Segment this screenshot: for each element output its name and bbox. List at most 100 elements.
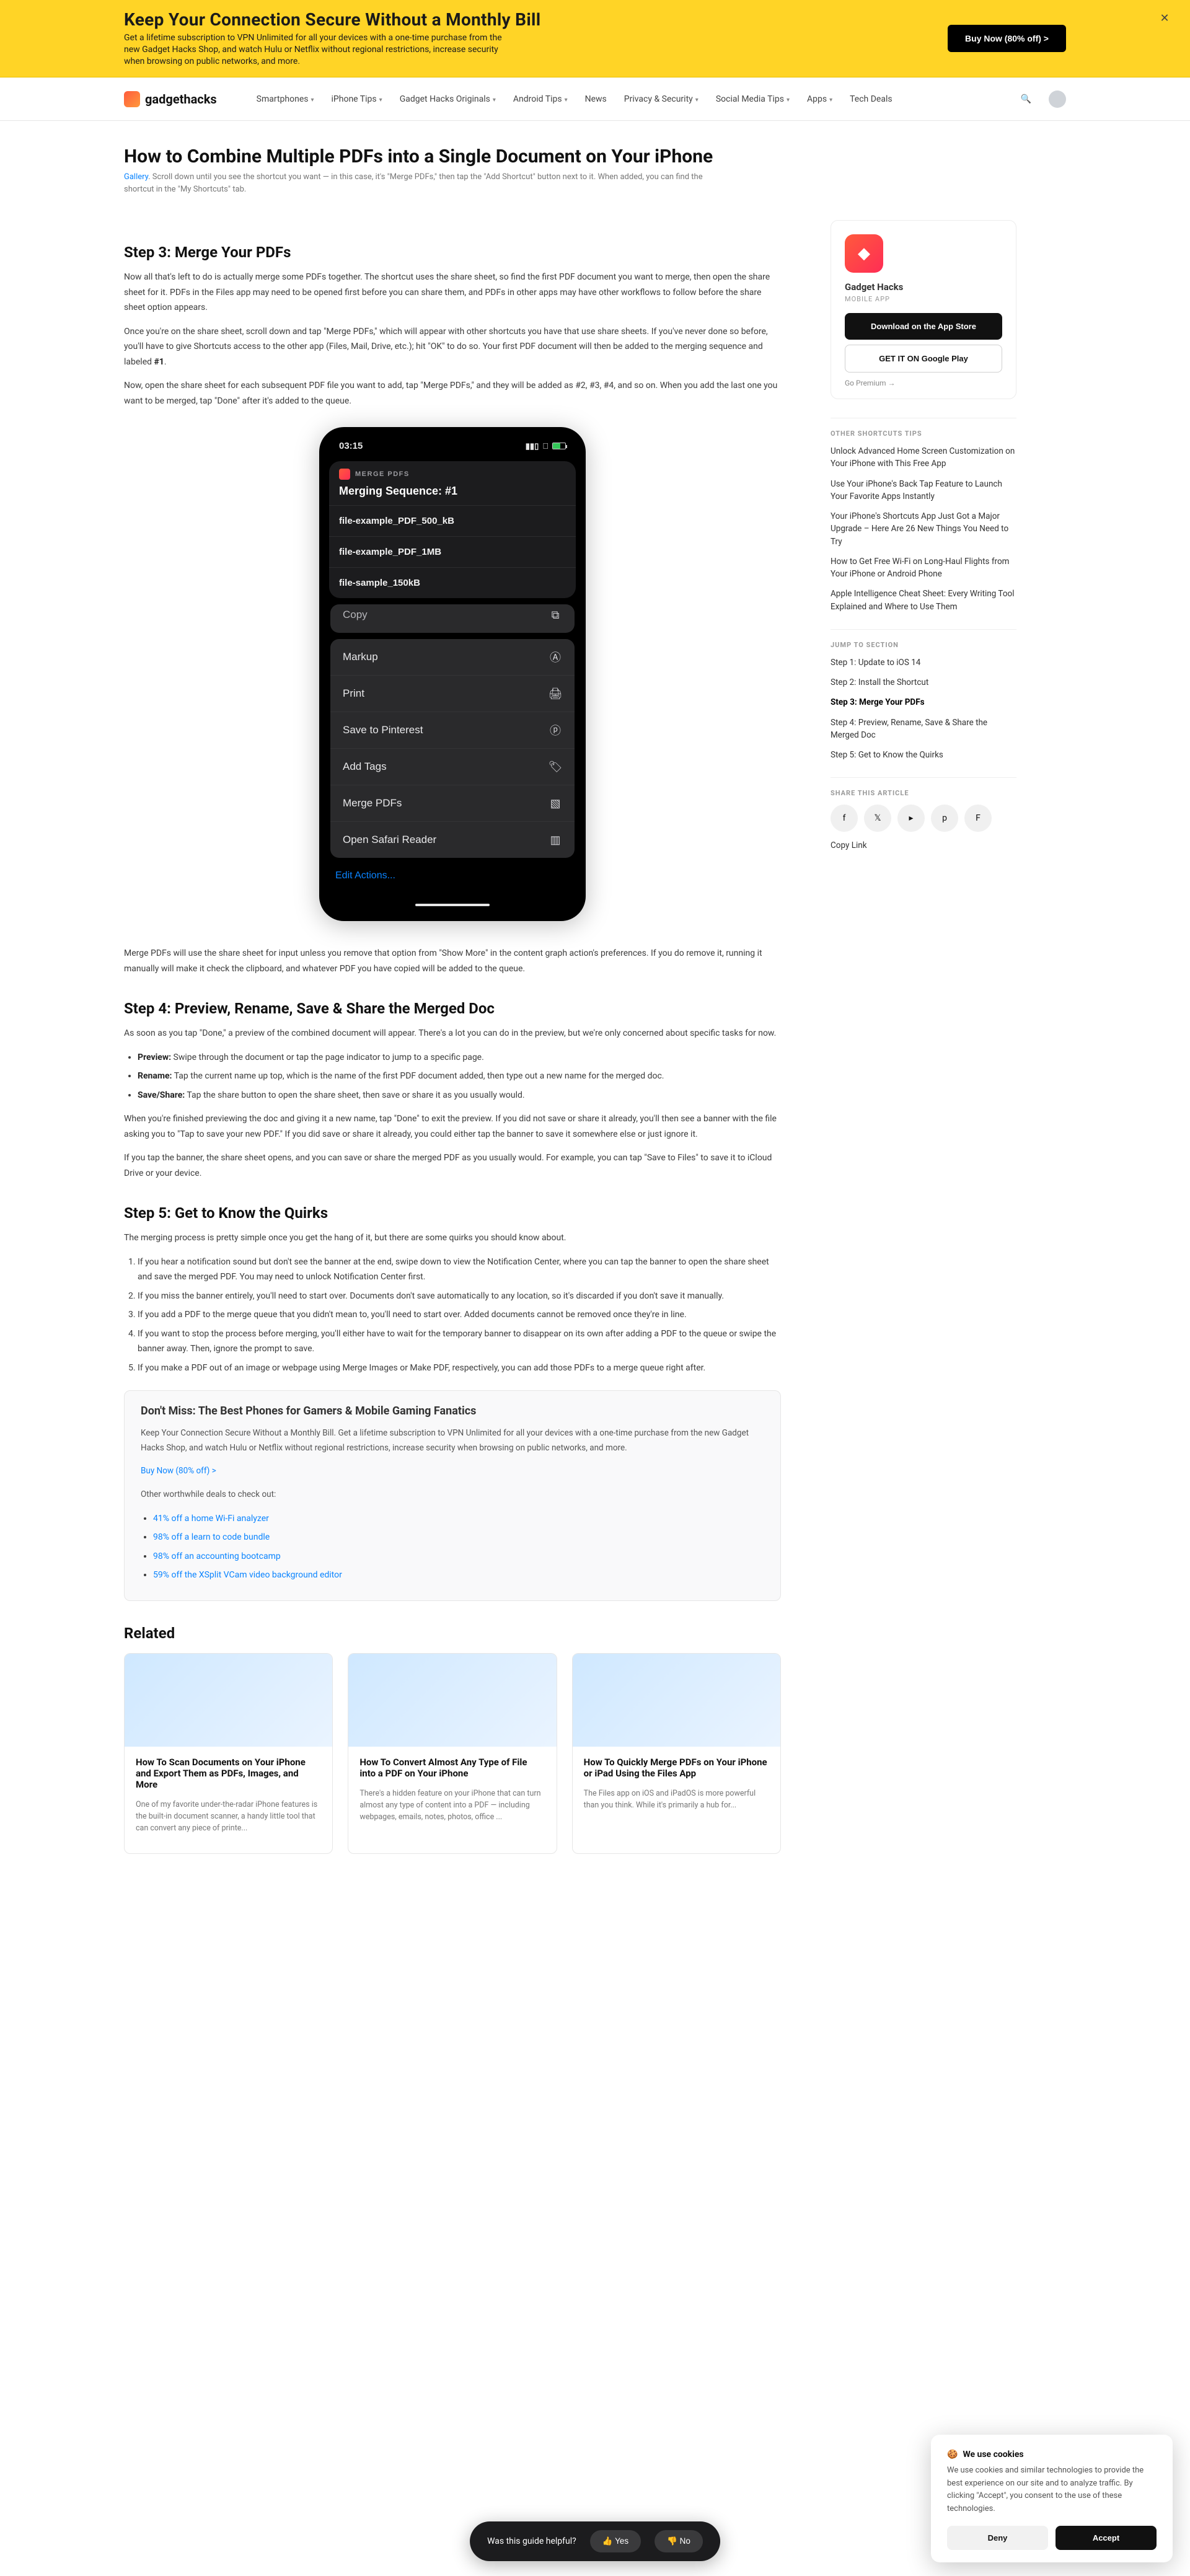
chevron-down-icon bbox=[379, 94, 382, 104]
step3-p2: Once you're on the share sheet, scroll d… bbox=[124, 324, 781, 370]
banner-buy-button[interactable]: Buy Now (80% off) > bbox=[948, 25, 1066, 52]
nav-social[interactable]: Social Media Tips bbox=[716, 94, 790, 104]
nav-privacy[interactable]: Privacy & Security bbox=[624, 94, 699, 104]
cookie-dialog: 🍪We use cookies We use cookies and simil… bbox=[931, 2435, 1173, 2562]
step4-heading: Step 4: Preview, Rename, Save & Share th… bbox=[124, 1000, 781, 1017]
chevron-down-icon bbox=[493, 94, 496, 104]
rating-bar: Was this guide helpful? 👍 Yes 👎 No bbox=[470, 2521, 720, 2561]
deal-link[interactable]: 98% off a learn to code bundle bbox=[153, 1532, 270, 1542]
rate-yes-button[interactable]: 👍 Yes bbox=[590, 2530, 641, 2552]
search-icon[interactable]: 🔍 bbox=[1021, 94, 1031, 104]
sheet-add-tags[interactable]: Add Tags 🏷 bbox=[330, 748, 575, 785]
notif-file-3: file-sample_150kB bbox=[329, 567, 576, 598]
copy-link[interactable]: Copy Link bbox=[831, 839, 1016, 852]
chevron-down-icon bbox=[829, 94, 832, 104]
infobox-buy-link[interactable]: Buy Now (80% off) > bbox=[141, 1466, 216, 1476]
nav-originals[interactable]: Gadget Hacks Originals bbox=[400, 94, 496, 104]
other-tips-section: OTHER SHORTCUTS TIPS Unlock Advanced Hom… bbox=[831, 418, 1016, 613]
share-pinterest-icon[interactable]: p bbox=[931, 805, 958, 832]
edit-actions-link[interactable]: Edit Actions... bbox=[330, 858, 575, 885]
nav-deals[interactable]: Tech Deals bbox=[850, 94, 892, 104]
gallery-link[interactable]: Gallery bbox=[124, 172, 148, 182]
page-title: How to Combine Multiple PDFs into a Sing… bbox=[124, 146, 1066, 167]
tag-icon: 🏷 bbox=[549, 760, 562, 774]
step4-p2: When you're finished previewing the doc … bbox=[124, 1111, 781, 1142]
card-thumb bbox=[125, 1654, 332, 1747]
copy-icon: ⧉ bbox=[549, 608, 562, 622]
signal-icon: ▮▮▯ bbox=[526, 441, 539, 451]
merge-notification: MERGE PDFS Merging Sequence: #1 file-exa… bbox=[329, 461, 576, 598]
notif-app-icon bbox=[339, 469, 350, 480]
toc-link[interactable]: Step 5: Get to Know the Quirks bbox=[831, 749, 1016, 761]
status-time: 03:15 bbox=[339, 441, 363, 451]
toc-section: JUMP TO SECTION Step 1: Update to iOS 14… bbox=[831, 629, 1016, 762]
sheet-markup[interactable]: Markup Ⓐ bbox=[330, 639, 575, 675]
nav-news[interactable]: News bbox=[585, 94, 607, 104]
rate-no-button[interactable]: 👎 No bbox=[654, 2530, 703, 2552]
toc-link[interactable]: Step 3: Merge Your PDFs bbox=[831, 696, 1016, 708]
notif-title: Merging Sequence: #1 bbox=[329, 481, 576, 505]
share-x-icon[interactable]: 𝕏 bbox=[864, 805, 891, 832]
sheet-print[interactable]: Print 🖨 bbox=[330, 675, 575, 712]
other-tip-link[interactable]: Apple Intelligence Cheat Sheet: Every Wr… bbox=[831, 588, 1016, 613]
cookie-body: We use cookies and similar technologies … bbox=[947, 2464, 1157, 2516]
deal-link[interactable]: 59% off the XSplit VCam video background… bbox=[153, 1570, 342, 1580]
share-reddit-icon[interactable]: ▸ bbox=[897, 805, 925, 832]
toc-link[interactable]: Step 4: Preview, Rename, Save & Share th… bbox=[831, 717, 1016, 742]
other-tip-link[interactable]: Use Your iPhone's Back Tap Feature to La… bbox=[831, 478, 1016, 503]
step4-bullets: Preview: Swipe through the document or t… bbox=[138, 1050, 781, 1103]
other-tip-link[interactable]: Your iPhone's Shortcuts App Just Got a M… bbox=[831, 510, 1016, 548]
app-icon: ◆ bbox=[845, 234, 883, 273]
step5-heading: Step 5: Get to Know the Quirks bbox=[124, 1204, 781, 1222]
googleplay-button[interactable]: GET IT ON Google Play bbox=[845, 345, 1002, 373]
app-name: Gadget Hacks bbox=[845, 281, 1002, 293]
cookie-accept-button[interactable]: Accept bbox=[1056, 2526, 1157, 2550]
step5-list: If you hear a notification sound but don… bbox=[138, 1255, 781, 1376]
other-tip-link[interactable]: Unlock Advanced Home Screen Customizatio… bbox=[831, 445, 1016, 470]
stack-icon: ▧ bbox=[549, 796, 562, 810]
card-thumb bbox=[348, 1654, 556, 1747]
dont-miss-box: Don't Miss: The Best Phones for Gamers &… bbox=[124, 1390, 781, 1601]
sheet-safari-reader[interactable]: Open Safari Reader ▥ bbox=[330, 821, 575, 858]
app-card: ◆ Gadget Hacks MOBILE APP Download on th… bbox=[831, 220, 1016, 399]
other-tip-link[interactable]: How to Get Free Wi-Fi on Long-Haul Fligh… bbox=[831, 555, 1016, 581]
app-sub: MOBILE APP bbox=[845, 295, 1002, 303]
chevron-down-icon bbox=[565, 94, 568, 104]
banner-close-icon[interactable]: ✕ bbox=[1158, 11, 1171, 25]
logo-mark-icon bbox=[124, 91, 140, 107]
banner-subtitle: Get a lifetime subscription to VPN Unlim… bbox=[124, 32, 508, 68]
deal-link[interactable]: 98% off an accounting bootcamp bbox=[153, 1551, 281, 1561]
step3-quote: Merge PDFs will use the share sheet for … bbox=[124, 946, 781, 976]
site-logo[interactable]: gadgethacks bbox=[124, 91, 217, 107]
step3-p3: Now, open the share sheet for each subse… bbox=[124, 378, 781, 408]
related-card[interactable]: How To Quickly Merge PDFs on Your iPhone… bbox=[572, 1653, 781, 1854]
step3-heading: Step 3: Merge Your PDFs bbox=[124, 244, 781, 261]
books-icon: ▥ bbox=[549, 833, 562, 847]
appstore-button[interactable]: Download on the App Store bbox=[845, 313, 1002, 340]
nav-iphone-tips[interactable]: iPhone Tips bbox=[332, 94, 382, 104]
cookie-icon: 🍪 bbox=[947, 2450, 958, 2459]
user-avatar[interactable] bbox=[1049, 90, 1066, 108]
sheet-copy[interactable]: Copy ⧉ bbox=[330, 604, 575, 633]
nav-apps[interactable]: Apps bbox=[807, 94, 832, 104]
wifi-icon: 􀙇 bbox=[542, 441, 549, 451]
nav-android-tips[interactable]: Android Tips bbox=[513, 94, 568, 104]
related-card[interactable]: How To Convert Almost Any Type of File i… bbox=[348, 1653, 557, 1854]
go-premium-link[interactable]: Go Premium → bbox=[845, 379, 1002, 387]
share-facebook-icon[interactable]: f bbox=[831, 805, 858, 832]
card-thumb bbox=[573, 1654, 780, 1747]
toc-link[interactable]: Step 1: Update to iOS 14 bbox=[831, 656, 1016, 669]
related-card[interactable]: How To Scan Documents on Your iPhone and… bbox=[124, 1653, 333, 1854]
brand-name: gadgethacks bbox=[145, 92, 217, 107]
deal-link[interactable]: 41% off a home Wi-Fi analyzer bbox=[153, 1514, 269, 1524]
cookie-deny-button[interactable]: Deny bbox=[947, 2526, 1048, 2550]
rating-question: Was this guide helpful? bbox=[487, 2536, 576, 2546]
toc-link[interactable]: Step 2: Install the Shortcut bbox=[831, 676, 1016, 689]
sheet-merge-pdfs[interactable]: Merge PDFs ▧ bbox=[330, 785, 575, 821]
infobox-title: Don't Miss: The Best Phones for Gamers &… bbox=[141, 1405, 764, 1418]
share-flipboard-icon[interactable]: F bbox=[964, 805, 992, 832]
print-icon: 🖨 bbox=[549, 687, 562, 700]
sheet-pinterest[interactable]: Save to Pinterest ⓟ bbox=[330, 712, 575, 748]
nav-smartphones[interactable]: Smartphones bbox=[257, 94, 314, 104]
step4-intro: As soon as you tap "Done," a preview of … bbox=[124, 1026, 781, 1041]
